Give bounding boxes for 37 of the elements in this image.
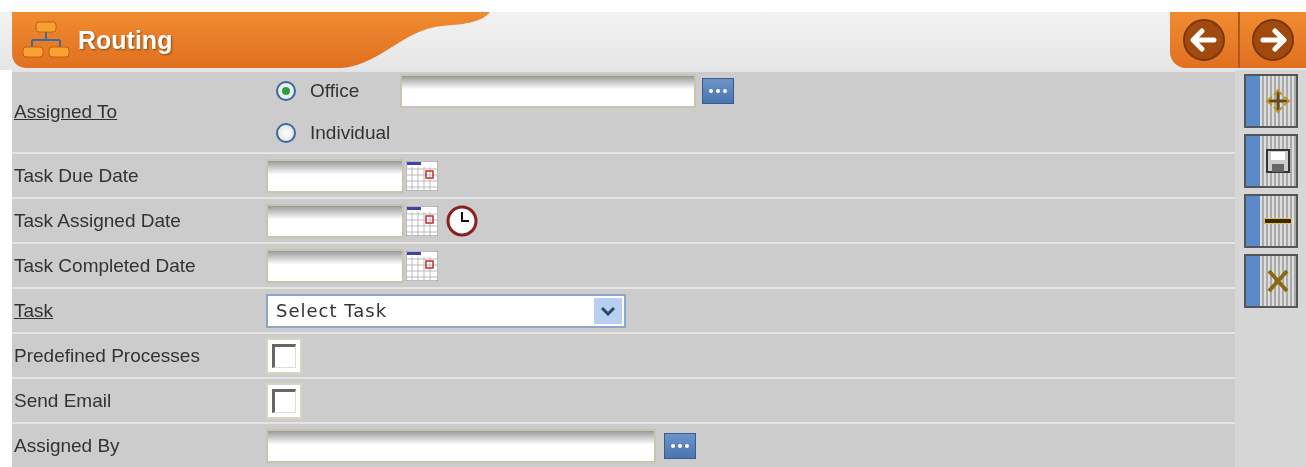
minus-icon — [1263, 218, 1292, 224]
task-dropdown[interactable]: Select Task — [266, 293, 626, 328]
radio-label: Office — [310, 80, 361, 102]
clock-icon[interactable] — [446, 204, 478, 237]
chevron-down-icon — [601, 305, 615, 316]
field-label: Send Email — [13, 389, 113, 412]
date-field[interactable] — [266, 158, 404, 193]
field-label: Assigned To — [13, 101, 119, 123]
radio-label: Individual — [310, 122, 392, 144]
field-label: Task Due Date — [13, 164, 140, 187]
calendar-icon[interactable] — [406, 250, 438, 281]
remove-button[interactable] — [1243, 194, 1298, 248]
field-label: Predefined Processes — [13, 344, 201, 367]
browse-button[interactable] — [702, 78, 734, 104]
move-cross-icon — [1263, 87, 1292, 115]
ellipsis-icon — [709, 89, 727, 93]
ellipsis-icon — [671, 443, 689, 448]
field-label: Task Assigned Date — [13, 209, 182, 232]
input-field[interactable] — [400, 74, 696, 108]
input-field[interactable] — [266, 428, 656, 463]
checkbox[interactable] — [266, 337, 302, 374]
radio-button[interactable] — [276, 81, 296, 101]
radio-button[interactable] — [276, 123, 296, 143]
page-title: Routing — [78, 25, 173, 55]
checkbox[interactable] — [266, 382, 302, 419]
date-field[interactable] — [266, 203, 404, 238]
calendar-icon[interactable] — [406, 160, 438, 191]
field-label: Task — [13, 299, 55, 322]
calendar-icon[interactable] — [406, 205, 438, 236]
delete-button[interactable] — [1243, 254, 1298, 308]
hierarchy-icon — [22, 20, 70, 60]
date-field[interactable] — [266, 248, 404, 283]
save-button[interactable] — [1243, 134, 1298, 188]
add-button[interactable] — [1243, 74, 1298, 128]
field-label: Assigned By — [13, 434, 121, 457]
browse-button[interactable] — [664, 432, 696, 459]
field-label: Task Completed Date — [13, 254, 197, 277]
